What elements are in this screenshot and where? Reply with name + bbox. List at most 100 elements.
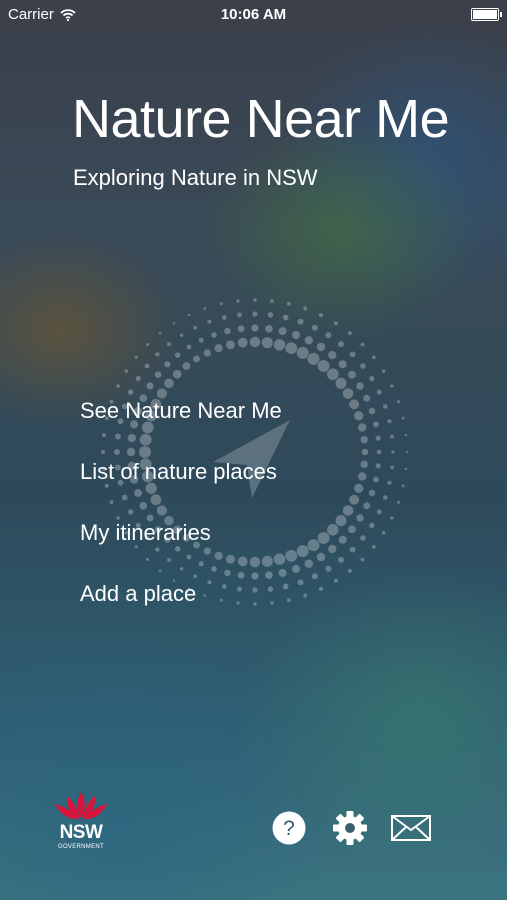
ring-dot bbox=[401, 484, 405, 488]
ring-dot bbox=[304, 559, 313, 568]
ring-dot bbox=[335, 377, 347, 389]
ring-dot bbox=[214, 344, 223, 353]
ring-dot bbox=[349, 546, 356, 553]
ring-dot bbox=[193, 325, 197, 330]
battery-fill bbox=[473, 10, 497, 19]
ring-dot bbox=[401, 416, 405, 420]
ring-dot bbox=[174, 352, 181, 358]
ring-dot bbox=[404, 433, 408, 437]
ring-dot bbox=[387, 480, 392, 485]
ring-dot bbox=[158, 331, 162, 335]
ring-dot bbox=[369, 375, 375, 382]
ring-dot bbox=[286, 301, 291, 306]
ring-dot bbox=[349, 399, 360, 410]
ring-dot bbox=[319, 313, 323, 318]
ring-dot bbox=[179, 333, 184, 337]
ring-dot bbox=[172, 369, 182, 379]
ring-dot bbox=[376, 389, 382, 395]
ring-dot bbox=[363, 394, 371, 402]
ring-dot bbox=[127, 389, 134, 395]
ring-dot bbox=[261, 337, 273, 349]
ring-dot bbox=[224, 327, 231, 335]
ring-dot bbox=[371, 544, 376, 549]
ring-dot bbox=[369, 522, 375, 529]
ring-dot bbox=[360, 435, 369, 444]
ring-dot bbox=[335, 515, 347, 527]
ring-dot bbox=[333, 321, 338, 326]
ring-dot bbox=[376, 509, 382, 515]
ring-dot bbox=[285, 549, 298, 562]
ring-dot bbox=[251, 324, 259, 332]
menu-list-nature-places[interactable]: List of nature places bbox=[80, 457, 282, 518]
ring-dot bbox=[325, 332, 332, 339]
ring-dot bbox=[356, 382, 364, 390]
ring-dot bbox=[237, 325, 245, 333]
ring-dot bbox=[390, 384, 394, 388]
ring-dot bbox=[317, 532, 330, 544]
ring-dot bbox=[328, 350, 337, 360]
ring-dot bbox=[222, 315, 227, 320]
ring-dot bbox=[349, 494, 360, 505]
ring-dot bbox=[172, 322, 176, 325]
ring-dot bbox=[361, 448, 369, 456]
ring-dot bbox=[372, 476, 379, 483]
ring-dot bbox=[372, 421, 379, 428]
menu-add-a-place[interactable]: Add a place bbox=[80, 579, 282, 640]
ring-dot bbox=[383, 495, 388, 500]
status-bar: Carrier 10:06 AM bbox=[0, 0, 507, 28]
nsw-logo-text: NSW bbox=[59, 822, 103, 843]
ring-dot bbox=[347, 370, 356, 379]
ring-dot bbox=[325, 565, 332, 572]
ring-dot bbox=[368, 407, 376, 415]
menu-my-itineraries[interactable]: My itineraries bbox=[80, 518, 282, 579]
help-icon[interactable]: ? bbox=[271, 810, 307, 846]
ring-dot bbox=[291, 330, 301, 340]
ring-dot bbox=[360, 460, 369, 469]
ring-dot bbox=[207, 319, 212, 324]
ring-dot bbox=[347, 568, 352, 573]
ring-dot bbox=[375, 435, 381, 441]
ring-dot bbox=[154, 371, 162, 379]
ring-dot bbox=[116, 384, 120, 388]
ring-dot bbox=[237, 312, 242, 318]
ring-dot bbox=[252, 311, 258, 317]
ring-dot bbox=[358, 472, 367, 481]
ring-dot bbox=[347, 525, 356, 534]
ring-dot bbox=[303, 306, 308, 311]
ring-dot bbox=[368, 489, 376, 497]
ring-dot bbox=[333, 578, 338, 583]
ring-dot bbox=[226, 340, 235, 350]
ring-dot bbox=[155, 352, 160, 357]
ring-dot bbox=[307, 539, 320, 552]
ring-dot bbox=[360, 535, 366, 541]
ring-dot bbox=[404, 467, 408, 471]
ring-dot bbox=[273, 339, 286, 351]
ring-dot bbox=[363, 502, 371, 510]
ring-dot bbox=[396, 400, 401, 404]
ring-dot bbox=[164, 378, 174, 389]
ring-dot bbox=[146, 343, 149, 346]
app-subtitle: Exploring Nature in NSW bbox=[73, 165, 318, 190]
settings-gear-icon[interactable] bbox=[332, 810, 368, 846]
menu-see-nature-near-me[interactable]: See Nature Near Me bbox=[80, 396, 282, 457]
ring-dot bbox=[342, 388, 354, 399]
mail-icon[interactable] bbox=[390, 810, 432, 846]
battery-icon bbox=[471, 8, 502, 21]
ring-dot bbox=[203, 307, 207, 310]
ring-dot bbox=[371, 355, 376, 360]
ring-dot bbox=[297, 318, 304, 325]
ring-dot bbox=[354, 483, 364, 493]
ring-dot bbox=[327, 524, 339, 536]
ring-dot bbox=[338, 360, 347, 369]
ring-dot bbox=[167, 342, 171, 347]
ring-dot bbox=[270, 299, 274, 303]
ring-dot bbox=[203, 349, 211, 357]
ring-dot bbox=[236, 299, 240, 303]
ring-dot bbox=[182, 362, 191, 370]
main-menu: See Nature Near Me List of nature places… bbox=[80, 396, 282, 640]
ring-dot bbox=[193, 355, 200, 363]
ring-dot bbox=[237, 337, 248, 348]
ring-dot bbox=[316, 342, 326, 352]
ring-dot bbox=[219, 302, 223, 306]
ring-dot bbox=[383, 404, 388, 409]
